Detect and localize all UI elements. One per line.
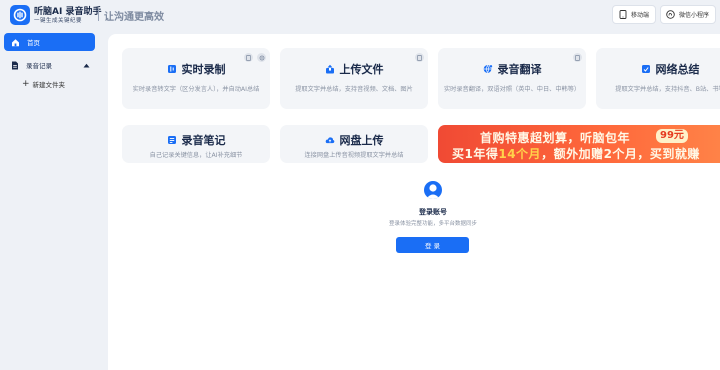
home-icon xyxy=(11,38,20,47)
card-title: 网络总结 xyxy=(596,61,720,77)
card-desc: 实时录音翻译，双语对照（英中、中日、中韩等） xyxy=(444,86,581,93)
login-subtitle: 登录体验完整功能，多平台数据同步 xyxy=(388,221,477,227)
mobile-button[interactable]: 移动端 xyxy=(612,5,656,24)
document-icon xyxy=(11,61,19,70)
card-title: 上传文件 xyxy=(280,61,428,77)
mobile-label: 移动端 xyxy=(631,12,650,19)
brand-subtitle: 一键生成关键纪要 xyxy=(34,18,83,24)
phone-icon xyxy=(618,10,627,19)
card-desc: 提取文字并总结，支持音视频、文档、图片 xyxy=(295,86,413,93)
card-desc: 连接网盘上传音视频提取文字并总结 xyxy=(304,152,404,159)
card-title: 实时录制 xyxy=(122,61,270,77)
upload-icon xyxy=(325,64,335,74)
app-header: 听脑AI 录音助手 一键生成关键纪要 让沟通更高效 移动端 微信小程序 xyxy=(0,0,720,30)
promo-banner[interactable]: 首购特惠超划算，听脑包年 99元 买1年得14个月，额外加赠2个月，买到就赚 xyxy=(438,125,720,163)
card-title: 录音翻译 xyxy=(438,61,586,77)
card-desc: 提取文字并总结，支持抖音、B站、书等 xyxy=(615,86,720,93)
sidebar-item-label: 首页 xyxy=(27,39,40,47)
card-upload-file[interactable]: 上传文件 提取文字并总结，支持音视频、文档、图片 xyxy=(280,48,428,109)
caret-up-icon[interactable] xyxy=(83,62,90,70)
card-web-summary[interactable]: 网络总结 提取文字并总结，支持抖音、B站、书等 xyxy=(596,48,720,109)
new-folder-label: 新建文件夹 xyxy=(32,81,66,89)
new-folder-button[interactable]: + 新建文件夹 xyxy=(22,79,65,89)
card-title: 网盘上传 xyxy=(280,132,428,148)
user-icon xyxy=(426,184,440,199)
card-title: 录音笔记 xyxy=(122,132,270,148)
cloud-icon xyxy=(325,135,335,145)
card-desc: 自己记录关键信息，让AI补充细节 xyxy=(149,152,243,159)
promo-line1: 首购特惠超划算，听脑包年 xyxy=(480,131,631,145)
login-button[interactable]: 登 录 xyxy=(396,237,469,253)
card-desc: 实时录音转文字（区分发言人），并自动AI总结 xyxy=(132,86,260,93)
link-icon xyxy=(641,64,651,74)
avatar xyxy=(424,181,442,199)
main-panel: 实时录制 实时录音转文字（区分发言人），并自动AI总结 上传文件 提取文字并总结… xyxy=(108,34,720,370)
login-title: 登录账号 xyxy=(419,208,447,216)
header-divider xyxy=(98,9,99,21)
miniprogram-icon xyxy=(666,10,675,19)
record-icon xyxy=(167,64,177,74)
globe-icon xyxy=(483,64,493,74)
card-notes[interactable]: 录音笔记 自己记录关键信息，让AI补充细节 xyxy=(122,125,270,163)
card-realtime-record[interactable]: 实时录制 实时录音转文字（区分发言人），并自动AI总结 xyxy=(122,48,270,109)
slogan: 让沟通更高效 xyxy=(104,12,164,23)
miniprogram-label: 微信小程序 xyxy=(679,12,710,19)
card-cloud-upload[interactable]: 网盘上传 连接网盘上传音视频提取文字并总结 xyxy=(280,125,428,163)
card-translate[interactable]: 录音翻译 实时录音翻译，双语对照（英中、中日、中韩等） xyxy=(438,48,586,109)
miniprogram-button[interactable]: 微信小程序 xyxy=(660,5,716,24)
sidebar-item-records[interactable]: 录音记录 xyxy=(4,57,95,73)
sidebar-item-home[interactable]: 首页 xyxy=(4,33,95,51)
note-icon xyxy=(167,135,177,145)
sidebar-item-label: 录音记录 xyxy=(26,62,52,70)
app-logo[interactable] xyxy=(10,5,30,25)
logo-icon xyxy=(13,8,27,22)
plus-icon: + xyxy=(22,78,30,89)
sidebar: 首页 录音记录 + 新建文件夹 xyxy=(0,30,102,370)
promo-price-badge: 99元 xyxy=(656,129,688,143)
promo-line2: 买1年得14个月，额外加赠2个月，买到就赚 xyxy=(452,147,700,161)
